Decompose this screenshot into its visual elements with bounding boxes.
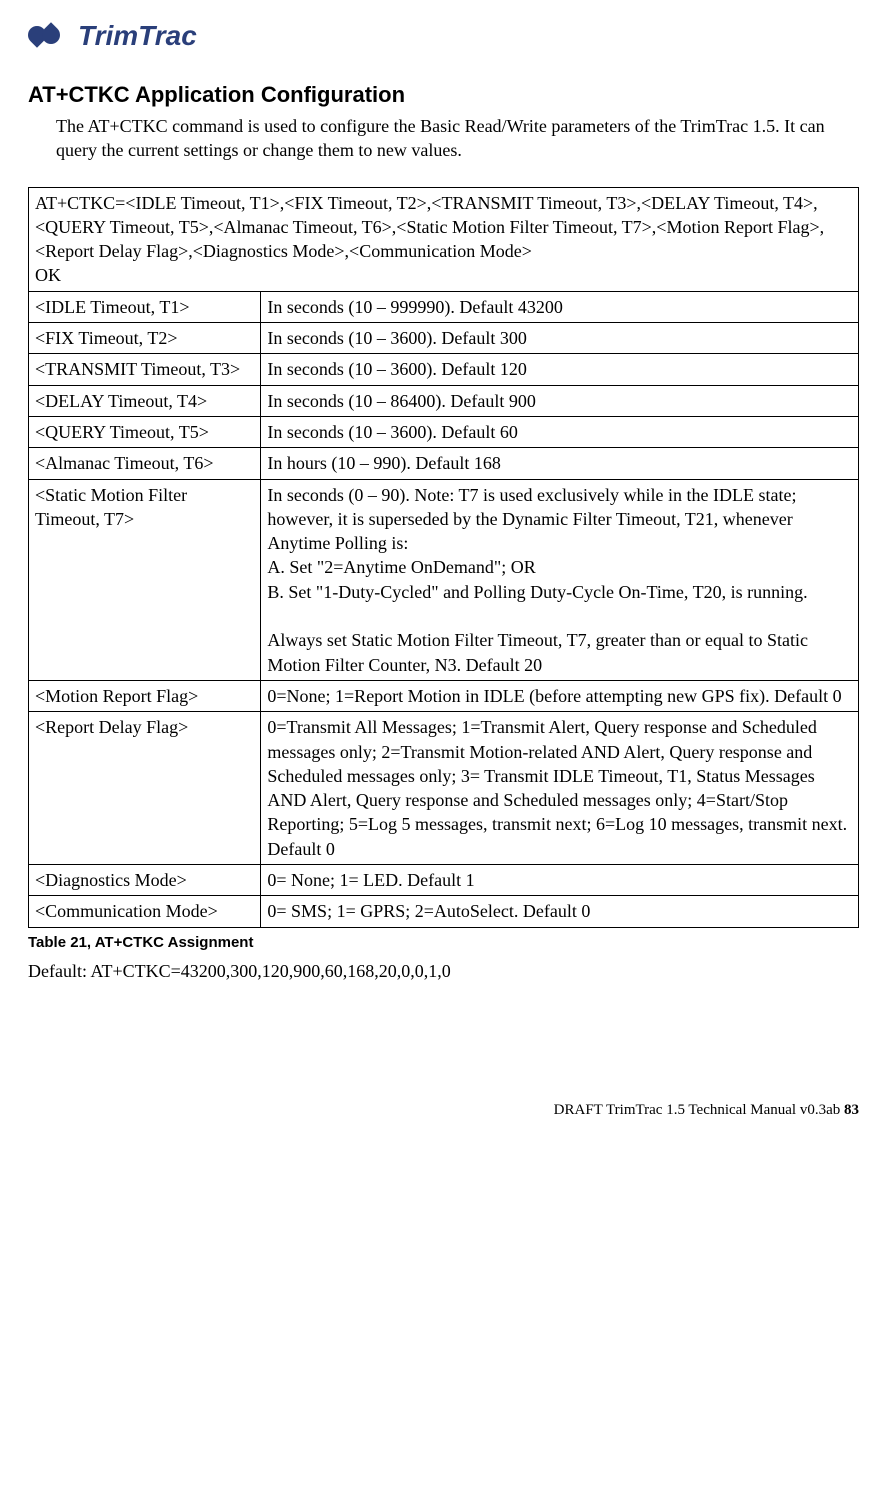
logo-icon	[28, 26, 70, 46]
param-cell: <Motion Report Flag>	[29, 680, 261, 711]
param-cell: <Communication Mode>	[29, 896, 261, 927]
footer-text: DRAFT TrimTrac 1.5 Technical Manual v0.3…	[554, 1102, 844, 1118]
param-cell: <Almanac Timeout, T6>	[29, 448, 261, 479]
param-cell: <DELAY Timeout, T4>	[29, 385, 261, 416]
page-footer: DRAFT TrimTrac 1.5 Technical Manual v0.3…	[28, 1102, 859, 1119]
desc-cell: 0=Transmit All Messages; 1=Transmit Aler…	[261, 712, 859, 865]
intro-paragraph: The AT+CTKC command is used to configure…	[56, 114, 859, 163]
param-cell: <QUERY Timeout, T5>	[29, 416, 261, 447]
desc-cell: In seconds (0 – 90). Note: T7 is used ex…	[261, 479, 859, 680]
desc-cell: 0= SMS; 1= GPRS; 2=AutoSelect. Default 0	[261, 896, 859, 927]
header-logo: TrimTrac	[28, 20, 859, 52]
param-cell: <TRANSMIT Timeout, T3>	[29, 354, 261, 385]
desc-cell: In seconds (10 – 999990). Default 43200	[261, 291, 859, 322]
param-cell: <Static Motion Filter Timeout, T7>	[29, 479, 261, 680]
command-table: AT+CTKC=<IDLE Timeout, T1>,<FIX Timeout,…	[28, 187, 859, 928]
default-line: Default: AT+CTKC=43200,300,120,900,60,16…	[28, 961, 859, 982]
desc-cell: In seconds (10 – 3600). Default 60	[261, 416, 859, 447]
table-caption: Table 21, AT+CTKC Assignment	[28, 934, 859, 951]
param-cell: <Report Delay Flag>	[29, 712, 261, 865]
syntax-cell: AT+CTKC=<IDLE Timeout, T1>,<FIX Timeout,…	[29, 187, 859, 291]
param-cell: <Diagnostics Mode>	[29, 865, 261, 896]
desc-cell: In seconds (10 – 3600). Default 300	[261, 323, 859, 354]
param-cell: <FIX Timeout, T2>	[29, 323, 261, 354]
logo-text: TrimTrac	[78, 20, 197, 52]
desc-cell: In hours (10 – 990). Default 168	[261, 448, 859, 479]
desc-cell: 0=None; 1=Report Motion in IDLE (before …	[261, 680, 859, 711]
section-heading: AT+CTKC Application Configuration	[28, 82, 859, 108]
desc-cell: In seconds (10 – 86400). Default 900	[261, 385, 859, 416]
desc-cell: 0= None; 1= LED. Default 1	[261, 865, 859, 896]
page-number: 83	[844, 1102, 859, 1118]
desc-cell: In seconds (10 – 3600). Default 120	[261, 354, 859, 385]
param-cell: <IDLE Timeout, T1>	[29, 291, 261, 322]
